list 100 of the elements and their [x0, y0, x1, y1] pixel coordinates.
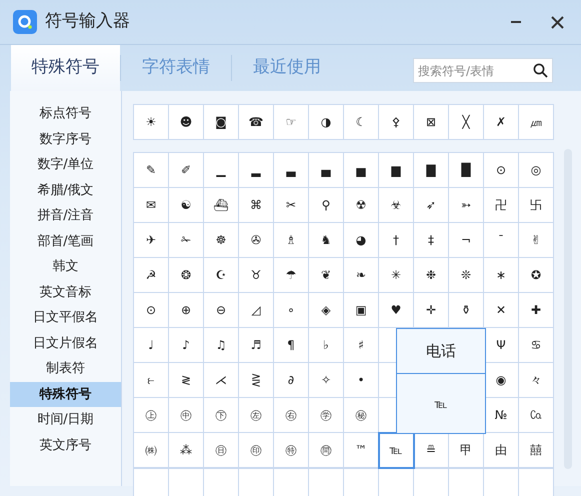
- symbol-cell[interactable]: ☸: [204, 223, 239, 258]
- symbol-cell[interactable]: ▅: [344, 153, 379, 188]
- symbol-cell[interactable]: 卍: [484, 188, 519, 223]
- category-item[interactable]: 希腊/俄文: [10, 178, 121, 203]
- symbol-cell[interactable]: ✈: [134, 223, 169, 258]
- minimize-icon[interactable]: [511, 21, 521, 23]
- symbol-cell[interactable]: ‡: [414, 223, 449, 258]
- symbol-cell[interactable]: ☂: [274, 258, 309, 293]
- symbol-cell[interactable]: ☣: [379, 188, 414, 223]
- symbol-cell[interactable]: ▇: [414, 153, 449, 188]
- symbol-cell[interactable]: ▁: [204, 153, 239, 188]
- symbol-cell[interactable]: ⊙: [484, 153, 519, 188]
- category-item[interactable]: 数字/单位: [10, 152, 121, 178]
- category-item[interactable]: 英文音标: [10, 280, 121, 305]
- symbol-cell[interactable]: ⛴: [204, 188, 239, 223]
- symbol-cell[interactable]: [169, 468, 204, 496]
- symbol-cell[interactable]: ⋌: [204, 363, 239, 398]
- symbol-cell[interactable]: ✧: [309, 363, 344, 398]
- symbol-cell[interactable]: ⊙: [134, 293, 169, 328]
- symbol-cell[interactable]: ▄: [309, 153, 344, 188]
- symbol-cell[interactable]: 囍: [519, 433, 554, 468]
- symbol-cell[interactable]: ♬: [239, 328, 274, 363]
- symbol-cell[interactable]: ❂: [169, 258, 204, 293]
- symbol-cell[interactable]: 甲: [449, 433, 484, 468]
- symbol-cell[interactable]: ✐: [169, 153, 204, 188]
- category-item[interactable]: 日文平假名: [10, 305, 121, 330]
- symbol-cell[interactable]: [239, 468, 274, 496]
- symbol-cell[interactable]: ✌: [519, 223, 554, 258]
- symbol-cell[interactable]: ◙: [204, 105, 239, 140]
- symbol-cell[interactable]: ❉: [414, 258, 449, 293]
- symbol-cell[interactable]: ⥼: [134, 363, 169, 398]
- symbol-cell[interactable]: Ψ: [484, 328, 519, 363]
- category-item[interactable]: 拼音/注音: [10, 203, 121, 228]
- symbol-cell[interactable]: ∂: [274, 363, 309, 398]
- symbol-cell[interactable]: ✇: [239, 223, 274, 258]
- symbol-cell[interactable]: ¯: [484, 223, 519, 258]
- symbol-cell[interactable]: ¬: [449, 223, 484, 258]
- symbol-cell[interactable]: ♗: [274, 223, 309, 258]
- symbol-cell[interactable]: ➶: [414, 188, 449, 223]
- symbol-cell[interactable]: ♭: [309, 328, 344, 363]
- symbol-cell[interactable]: ⌘: [239, 188, 274, 223]
- symbol-cell[interactable]: [274, 468, 309, 496]
- tab[interactable]: 特殊符号: [11, 45, 120, 91]
- category-item[interactable]: 部首/笔画: [10, 228, 121, 254]
- symbol-cell[interactable]: ㊕: [274, 433, 309, 468]
- symbol-cell[interactable]: ♯: [344, 328, 379, 363]
- symbol-cell[interactable]: ㊦: [204, 398, 239, 433]
- symbol-cell[interactable]: ㎛: [519, 105, 554, 140]
- category-item[interactable]: 制表符: [10, 356, 121, 382]
- symbol-cell[interactable]: ⊕: [169, 293, 204, 328]
- symbol-cell[interactable]: ♞: [309, 223, 344, 258]
- symbol-cell[interactable]: ㊥: [169, 398, 204, 433]
- symbol-cell[interactable]: ❧: [344, 258, 379, 293]
- symbol-cell[interactable]: [379, 468, 414, 496]
- symbol-cell[interactable]: ㉄: [309, 433, 344, 468]
- symbol-cell[interactable]: ∘: [274, 293, 309, 328]
- symbol-cell[interactable]: ㊞: [239, 433, 274, 468]
- symbol-cell[interactable]: ☾: [344, 105, 379, 140]
- category-item[interactable]: 数字序号: [10, 126, 121, 152]
- symbol-cell[interactable]: [344, 468, 379, 496]
- symbol-cell[interactable]: ☀: [134, 105, 169, 140]
- search-icon[interactable]: [533, 62, 548, 78]
- symbol-cell[interactable]: ♥: [379, 293, 414, 328]
- symbol-cell[interactable]: ⋛: [239, 363, 274, 398]
- symbol-cell[interactable]: №: [484, 398, 519, 433]
- symbol-cell[interactable]: ▂: [239, 153, 274, 188]
- symbol-cell[interactable]: ∗: [484, 258, 519, 293]
- symbol-cell[interactable]: ✳: [379, 258, 414, 293]
- symbol-cell[interactable]: ◉: [484, 363, 519, 398]
- symbol-cell[interactable]: ✁: [169, 223, 204, 258]
- category-item[interactable]: 日文片假名: [10, 330, 121, 356]
- symbol-cell[interactable]: [414, 468, 449, 496]
- symbol-cell[interactable]: ♩: [134, 328, 169, 363]
- symbol-cell[interactable]: ⚴: [379, 105, 414, 140]
- symbol-cell[interactable]: ㊧: [239, 398, 274, 433]
- symbol-cell[interactable]: [519, 468, 554, 496]
- symbol-cell[interactable]: ㏇: [519, 398, 554, 433]
- category-item[interactable]: 时间/日期: [10, 407, 121, 432]
- category-item[interactable]: 英文序号: [10, 432, 121, 458]
- symbol-cell[interactable]: ⊠: [414, 105, 449, 140]
- symbol-cell[interactable]: ☭: [134, 258, 169, 293]
- symbol-cell[interactable]: ✎: [134, 153, 169, 188]
- symbol-cell[interactable]: ▃: [274, 153, 309, 188]
- symbol-cell[interactable]: ♪: [169, 328, 204, 363]
- symbol-cell[interactable]: ℡: [379, 433, 414, 468]
- symbol-cell[interactable]: ㈱: [134, 433, 169, 468]
- symbol-cell[interactable]: ✕: [484, 293, 519, 328]
- symbol-cell[interactable]: ♫: [204, 328, 239, 363]
- symbol-cell[interactable]: ✂: [274, 188, 309, 223]
- symbol-cell[interactable]: ㊤: [134, 398, 169, 433]
- symbol-cell[interactable]: ⚱: [449, 293, 484, 328]
- symbol-cell[interactable]: ▣: [344, 293, 379, 328]
- category-item[interactable]: 韩文: [10, 254, 121, 280]
- symbol-cell[interactable]: ☞: [274, 105, 309, 140]
- symbol-cell[interactable]: ㊫: [309, 398, 344, 433]
- symbol-cell[interactable]: ☪: [204, 258, 239, 293]
- symbol-cell[interactable]: 卐: [519, 188, 554, 223]
- symbol-cell[interactable]: ◈: [309, 293, 344, 328]
- symbol-cell[interactable]: ㊨: [274, 398, 309, 433]
- symbol-cell[interactable]: ╳: [449, 105, 484, 140]
